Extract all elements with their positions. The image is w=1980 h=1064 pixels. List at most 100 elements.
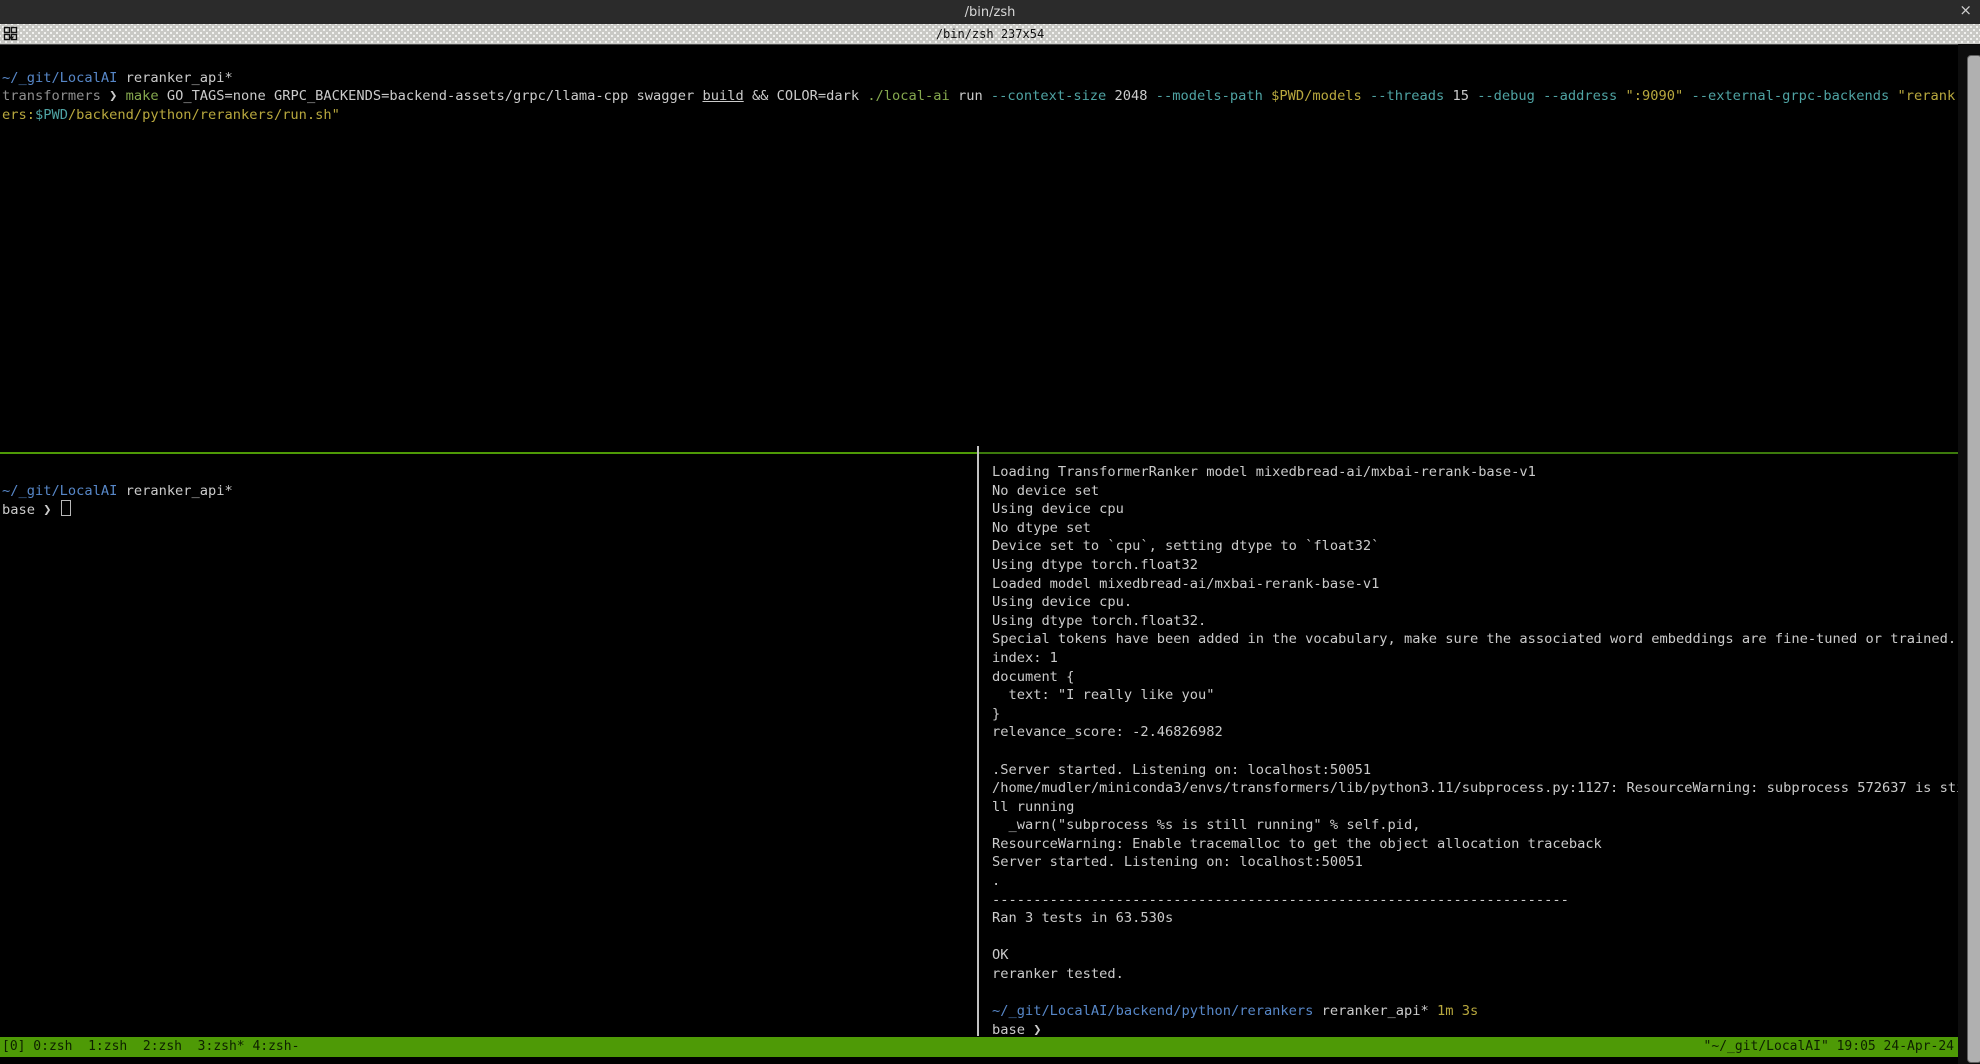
terminal-pane-bottom-left[interactable]: ~/_git/LocalAI reranker_api*base ❯ bbox=[2, 463, 972, 519]
window-titlebar[interactable]: /bin/zsh × bbox=[0, 0, 1980, 24]
terminal-text: run bbox=[950, 88, 991, 104]
terminal-line: Loading TransformerRanker model mixedbre… bbox=[992, 463, 1958, 482]
terminal-line: transformers ❯ make GO_TAGS=none GRPC_BA… bbox=[2, 87, 1958, 106]
terminal-text bbox=[1889, 88, 1897, 104]
terminal-text: Loaded model mixedbread-ai/mxbai-rerank-… bbox=[992, 576, 1379, 592]
terminal-text: Special tokens have been added in the vo… bbox=[992, 631, 1956, 647]
terminal-line bbox=[2, 463, 972, 482]
terminal-line: _warn("subprocess %s is still running" %… bbox=[992, 816, 1958, 835]
terminal-text: make bbox=[126, 88, 159, 104]
window-grid-menu-icon[interactable] bbox=[3, 26, 19, 42]
terminal-text: _warn("subprocess %s is still running" %… bbox=[992, 817, 1421, 833]
terminal-text: ":9090" bbox=[1626, 88, 1684, 104]
tmux-status-bar: [0] 0:zsh 1:zsh 2:zsh 3:zsh* 4:zsh- "~/_… bbox=[0, 1037, 1958, 1057]
terminal-text: ~/_git/LocalAI bbox=[2, 70, 117, 86]
terminal-text: Using device cpu bbox=[992, 501, 1124, 517]
terminal-text: reranker tested. bbox=[992, 966, 1124, 982]
scrollbar-thumb[interactable] bbox=[1967, 55, 1980, 1063]
terminal-text: 15 bbox=[1444, 88, 1477, 104]
terminal-line: ~/_git/LocalAI/backend/python/rerankers … bbox=[992, 1002, 1958, 1021]
terminal-line: } bbox=[992, 705, 1958, 724]
terminal-text: Using device cpu. bbox=[992, 594, 1132, 610]
terminal-line bbox=[992, 984, 1958, 1003]
terminal-text: --threads bbox=[1370, 88, 1444, 104]
terminal-text: reranker_api* bbox=[1313, 1003, 1437, 1019]
terminal-text: reranker_api* bbox=[117, 483, 232, 499]
terminal-text: "rerank bbox=[1898, 88, 1956, 104]
terminal-text: Loading TransformerRanker model mixedbre… bbox=[992, 464, 1536, 480]
terminal-text: ~/_git/LocalAI bbox=[2, 483, 117, 499]
terminal-text: } bbox=[992, 706, 1000, 722]
terminal-text: Server started. Listening on: localhost:… bbox=[992, 854, 1363, 870]
terminal-line: Ran 3 tests in 63.530s bbox=[992, 909, 1958, 928]
terminal-text: document { bbox=[992, 669, 1074, 685]
terminal-line: No dtype set bbox=[992, 519, 1958, 538]
terminal-text: transformers bbox=[2, 88, 101, 104]
terminal-text: $PWD bbox=[35, 107, 68, 123]
terminal-text: --debug bbox=[1477, 88, 1535, 104]
terminal-line: Using device cpu. bbox=[992, 593, 1958, 612]
terminal-line bbox=[992, 928, 1958, 947]
tab-bar[interactable]: /bin/zsh 237x54 bbox=[0, 24, 1980, 45]
terminal-text: Using dtype torch.float32 bbox=[992, 557, 1198, 573]
terminal-text: $PWD/models bbox=[1271, 88, 1362, 104]
terminal-text: --external-grpc-backends bbox=[1691, 88, 1889, 104]
terminal-text: reranker_api* bbox=[117, 70, 232, 86]
tmux-status-right: "~/_git/LocalAI" 19:05 24-Apr-24 bbox=[1704, 1037, 1958, 1057]
terminal-text: ers: bbox=[2, 107, 35, 123]
terminal-cursor bbox=[61, 500, 71, 516]
terminal-text: build bbox=[703, 88, 744, 104]
terminal-pane-top[interactable]: ~/_git/LocalAI reranker_api*transformers… bbox=[2, 50, 1958, 124]
terminal-text: /home/mudler/miniconda3/envs/transformer… bbox=[992, 780, 1964, 796]
terminal-text: Device set to `cpu`, setting dtype to `f… bbox=[992, 538, 1379, 554]
terminal-text bbox=[1617, 88, 1625, 104]
terminal-text bbox=[1535, 88, 1543, 104]
terminal-line: . bbox=[992, 872, 1958, 891]
terminal-line: ----------------------------------------… bbox=[992, 891, 1958, 910]
terminal-line bbox=[2, 50, 1958, 69]
terminal-text bbox=[1263, 88, 1271, 104]
terminal-line: Loaded model mixedbread-ai/mxbai-rerank-… bbox=[992, 575, 1958, 594]
terminal-line: OK bbox=[992, 946, 1958, 965]
terminal-pane-bottom-right[interactable]: Loading TransformerRanker model mixedbre… bbox=[992, 463, 1958, 1039]
terminal-text: base ❯ bbox=[2, 502, 60, 518]
terminal-text bbox=[1362, 88, 1370, 104]
close-icon[interactable]: × bbox=[1959, 1, 1972, 19]
terminal-text: Using dtype torch.float32. bbox=[992, 613, 1206, 629]
scrollbar-track[interactable] bbox=[1958, 44, 1980, 1064]
terminal-text: .Server started. Listening on: localhost… bbox=[992, 762, 1371, 778]
terminal-line: ~/_git/LocalAI reranker_api* bbox=[2, 482, 972, 501]
terminal-line: Using dtype torch.float32 bbox=[992, 556, 1958, 575]
terminal-text: ./local-ai bbox=[867, 88, 949, 104]
terminal-text: ----------------------------------------… bbox=[992, 892, 1569, 908]
terminal-line: No device set bbox=[992, 482, 1958, 501]
tmux-window-list[interactable]: [0] 0:zsh 1:zsh 2:zsh 3:zsh* 4:zsh- bbox=[0, 1037, 299, 1057]
terminal-line bbox=[992, 742, 1958, 761]
terminal-line: reranker tested. bbox=[992, 965, 1958, 984]
terminal-text: No device set bbox=[992, 483, 1099, 499]
terminal-text: relevance_score: -2.46826982 bbox=[992, 724, 1223, 740]
terminal-text bbox=[117, 88, 125, 104]
terminal-text: --address bbox=[1543, 88, 1617, 104]
terminal-text: base ❯ bbox=[992, 1022, 1041, 1038]
tab-label: /bin/zsh 237x54 bbox=[936, 27, 1044, 41]
window-title: /bin/zsh bbox=[965, 5, 1016, 20]
pane-divider-horizontal-active[interactable] bbox=[0, 452, 978, 454]
terminal-text: ll running bbox=[992, 799, 1074, 815]
pane-divider-vertical[interactable] bbox=[977, 446, 979, 1036]
terminal-line: Using dtype torch.float32. bbox=[992, 612, 1958, 631]
terminal-text: 2048 bbox=[1106, 88, 1155, 104]
terminal-line: ll running bbox=[992, 798, 1958, 817]
terminal-line: Device set to `cpu`, setting dtype to `f… bbox=[992, 537, 1958, 556]
terminal-line: .Server started. Listening on: localhost… bbox=[992, 761, 1958, 780]
pane-divider-horizontal[interactable] bbox=[978, 452, 1958, 454]
terminal-text: && COLOR=dark bbox=[744, 88, 868, 104]
terminal-text: index: 1 bbox=[992, 650, 1058, 666]
terminal-text: GO_TAGS=none GRPC_BACKENDS=backend-asset… bbox=[159, 88, 703, 104]
terminal-line: text: "I really like you" bbox=[992, 686, 1958, 705]
terminal-text: --context-size bbox=[991, 88, 1106, 104]
terminal-text: OK bbox=[992, 947, 1008, 963]
terminal-line: document { bbox=[992, 668, 1958, 687]
terminal-line: Using device cpu bbox=[992, 500, 1958, 519]
terminal-line: /home/mudler/miniconda3/envs/transformer… bbox=[992, 779, 1958, 798]
